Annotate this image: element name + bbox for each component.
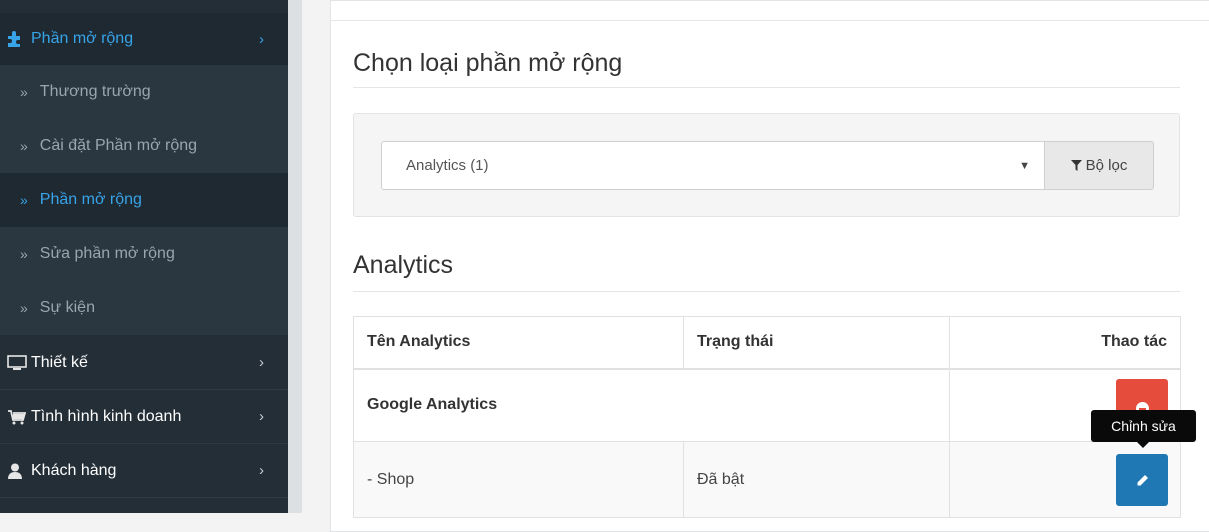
sidebar-item-design[interactable]: Thiết kế › [0, 336, 288, 390]
double-chevron-icon: » [20, 84, 28, 100]
sidebar-item-customers[interactable]: Khách hàng › [0, 444, 288, 498]
sidebar: Phần mở rộng › » Thương trường » Cài đặt… [0, 0, 288, 513]
sidebar-item-label: Khách hàng [31, 461, 117, 479]
sidebar-subitem-extensions[interactable]: » Phần mở rộng [0, 173, 288, 227]
table-header-row: Tên Analytics Trạng thái Thao tác [353, 316, 1181, 370]
edit-button[interactable] [1116, 454, 1168, 506]
sidebar-subitem-label: Sự kiện [39, 299, 95, 316]
chevron-right-icon: › [259, 354, 264, 371]
sidebar-subitem-marketplace[interactable]: » Thương trường [0, 65, 288, 119]
filter-button[interactable]: Bộ lọc [1044, 141, 1154, 190]
divider [353, 87, 1180, 88]
analytics-table: Tên Analytics Trạng thái Thao tác Google… [353, 316, 1181, 518]
filter-button-label: Bộ lọc [1085, 157, 1128, 174]
choose-type-title: Chọn loại phần mở rộng [353, 49, 623, 77]
monitor-icon [7, 354, 31, 371]
chevron-right-icon: › [259, 408, 264, 425]
user-icon [7, 463, 31, 479]
sidebar-item-label: Phần mở rộng [31, 30, 134, 47]
divider [331, 20, 1209, 21]
puzzle-icon [7, 31, 31, 47]
filter-icon [1070, 160, 1082, 171]
sidebar-item-label: Tình hình kinh doanh [31, 407, 182, 425]
divider [353, 291, 1180, 292]
row-status: Đã bật [683, 441, 950, 518]
sidebar-subitem-label: Cài đặt Phần mở rộng [39, 137, 198, 154]
row-name: - Shop [353, 441, 684, 518]
sidebar-subitem-label: Phần mở rộng [39, 191, 142, 208]
sidebar-subitem-modifications[interactable]: » Sửa phần mở rộng [0, 227, 288, 281]
sidebar-scrollbar[interactable] [288, 0, 302, 513]
extension-type-select[interactable]: Analytics (1) ▼ [381, 141, 1045, 190]
table-group-row: Google Analytics [353, 368, 1181, 442]
column-header-name: Tên Analytics [353, 316, 684, 370]
table-row: - Shop Đã bật [353, 441, 1181, 518]
double-chevron-icon: » [20, 138, 28, 154]
cart-icon [7, 409, 31, 425]
group-name: Google Analytics [353, 368, 950, 442]
pencil-icon [1137, 474, 1148, 485]
column-header-actions: Thao tác [949, 316, 1181, 370]
column-header-status: Trạng thái [683, 316, 950, 370]
chevron-right-icon: › [259, 462, 264, 479]
sidebar-subitem-events[interactable]: » Sự kiện [0, 281, 288, 335]
double-chevron-icon: » [20, 246, 28, 262]
filter-well: Analytics (1) ▼ Bộ lọc [353, 113, 1180, 217]
content-panel: Chọn loại phần mở rộng Analytics (1) ▼ B… [330, 0, 1209, 532]
chevron-right-icon: › [259, 30, 264, 48]
sidebar-subitem-label: Sửa phần mở rộng [39, 245, 175, 262]
double-chevron-icon: » [20, 300, 28, 316]
section-title: Analytics [353, 251, 454, 279]
double-chevron-icon: » [20, 192, 28, 208]
sidebar-item-extensions[interactable]: Phần mở rộng › [0, 13, 288, 65]
edit-tooltip: Chỉnh sửa [1091, 410, 1196, 448]
select-value: Analytics (1) [406, 157, 489, 174]
sidebar-item-label: Thiết kế [31, 353, 88, 371]
caret-down-icon: ▼ [1019, 159, 1030, 172]
sidebar-subitem-installer[interactable]: » Cài đặt Phần mở rộng [0, 119, 288, 173]
main-content: Chọn loại phần mở rộng Analytics (1) ▼ B… [302, 0, 1209, 532]
sidebar-item-sales[interactable]: Tình hình kinh doanh › [0, 390, 288, 444]
sidebar-subitem-label: Thương trường [39, 83, 151, 100]
